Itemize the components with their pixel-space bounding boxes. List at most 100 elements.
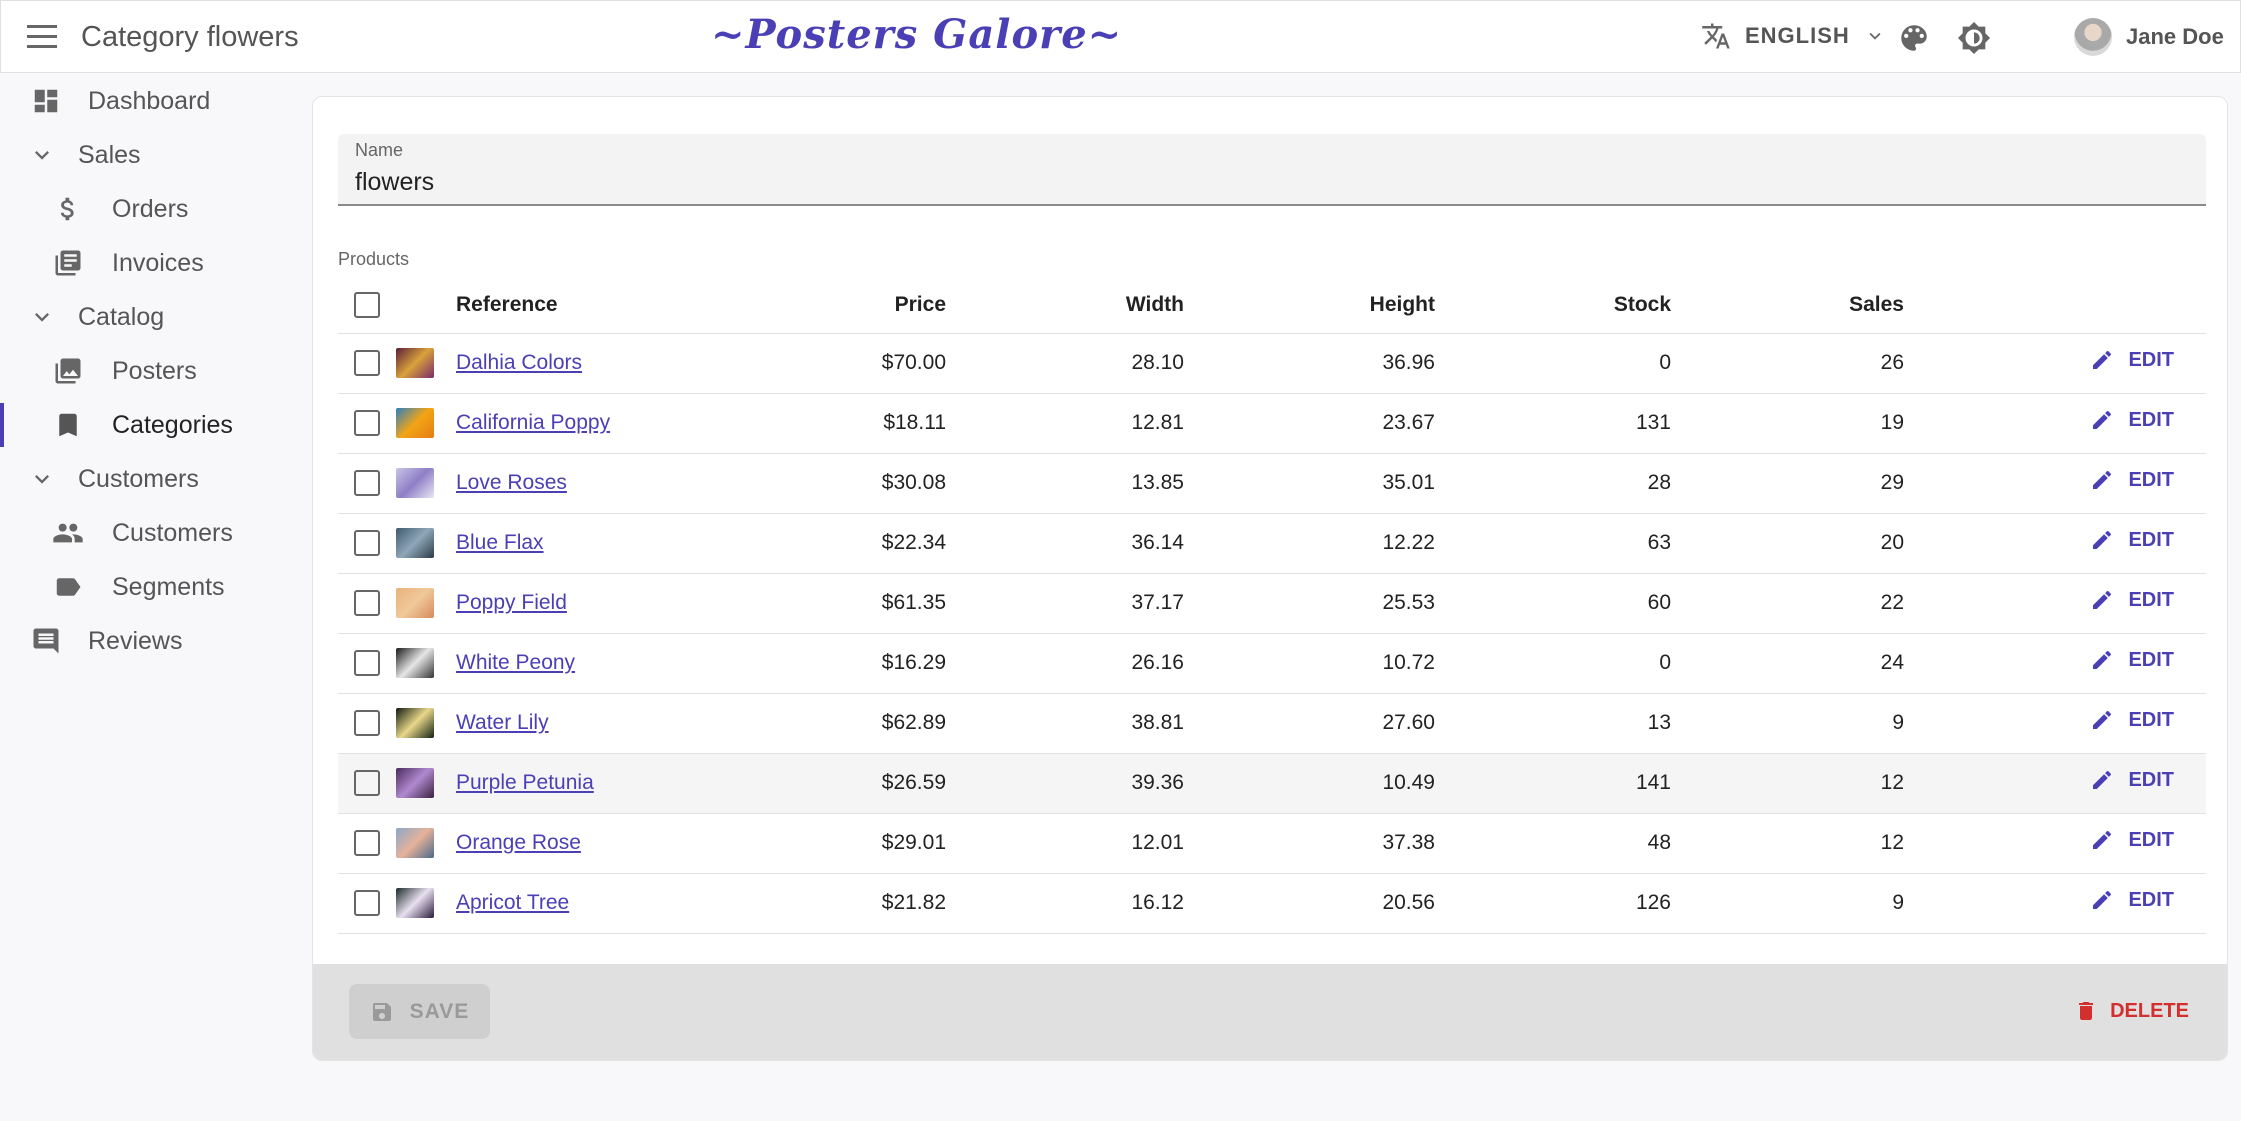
pencil-icon [2093,410,2112,429]
column-header-height[interactable]: Height [1184,277,1435,334]
table-row[interactable]: White Peony $16.29 26.16 10.72 0 24 EDIT [338,633,2206,694]
cell-stock: 141 [1435,753,1671,814]
cell-sales: 19 [1671,393,1904,454]
table-row[interactable]: Poppy Field $61.35 37.17 25.53 60 22 EDIT [338,573,2206,634]
sidebar-item-reviews[interactable]: Reviews [0,614,310,668]
product-reference-link[interactable]: Blue Flax [456,531,544,554]
sidebar-item-dashboard[interactable]: Dashboard [0,74,310,128]
user-menu[interactable]: Jane Doe [2074,18,2224,56]
sidebar-item-label: Orders [112,194,189,223]
chevron-down-icon [26,139,58,171]
edit-button[interactable]: EDIT [2090,648,2174,672]
cell-stock: 63 [1435,513,1671,574]
name-field[interactable]: Name flowers [338,134,2206,206]
table-row[interactable]: Orange Rose $29.01 12.01 37.38 48 12 EDIT [338,813,2206,874]
cell-sales: 9 [1671,873,1904,934]
edit-button[interactable]: EDIT [2090,468,2174,492]
row-checkbox[interactable] [354,410,380,436]
menu-icon[interactable] [27,25,59,51]
column-header-sales[interactable]: Sales [1671,277,1904,334]
table-row[interactable]: Dalhia Colors $70.00 28.10 36.96 0 26 EDIT [338,333,2206,394]
product-reference-link[interactable]: Purple Petunia [456,771,594,794]
palette-icon[interactable] [1897,21,1931,55]
table-row[interactable]: Water Lily $62.89 38.81 27.60 13 9 EDIT [338,693,2206,754]
cell-height: 35.01 [1184,453,1435,514]
edit-button[interactable]: EDIT [2090,348,2174,372]
table-header-row: Reference Price Width Height Stock Sales [338,277,2206,334]
product-reference-link[interactable]: California Poppy [456,411,610,434]
pencil-icon [2093,830,2112,849]
row-checkbox[interactable] [354,530,380,556]
edit-button-label: EDIT [2128,408,2174,431]
table-row[interactable]: Love Roses $30.08 13.85 35.01 28 29 EDIT [338,453,2206,514]
products-label: Products [338,249,410,269]
row-checkbox[interactable] [354,770,380,796]
column-header-price[interactable]: Price [736,277,946,334]
edit-button-label: EDIT [2128,888,2174,911]
language-label: ENGLISH [1745,23,1850,48]
poster-thumbnail [396,528,434,558]
column-header-reference[interactable]: Reference [456,277,736,334]
cell-stock: 0 [1435,333,1671,394]
product-reference-link[interactable]: Orange Rose [456,831,581,854]
product-reference-link[interactable]: White Peony [456,651,575,674]
poster-thumbnail [396,708,434,738]
cell-width: 36.14 [946,513,1184,574]
cell-price: $62.89 [736,693,946,754]
sidebar-group-customers[interactable]: Customers [0,452,310,506]
sidebar-item-posters[interactable]: Posters [0,344,310,398]
language-selector[interactable]: ENGLISH [1701,21,1886,51]
sidebar-item-label: Reviews [88,626,183,655]
edit-button-label: EDIT [2128,468,2174,491]
row-checkbox[interactable] [354,830,380,856]
poster-thumbnail [396,468,434,498]
select-all-checkbox[interactable] [354,291,380,318]
brightness-icon[interactable] [1957,21,1991,55]
poster-thumbnail [396,348,434,378]
edit-button-label: EDIT [2128,588,2174,611]
table-row[interactable]: Purple Petunia $26.59 39.36 10.49 141 12 EDIT [338,753,2206,814]
row-checkbox[interactable] [354,650,380,676]
product-reference-link[interactable]: Dalhia Colors [456,351,582,374]
table-row[interactable]: California Poppy $18.11 12.81 23.67 131 19 EDI… [338,393,2206,454]
edit-button[interactable]: EDIT [2090,888,2174,912]
sidebar-item-orders[interactable]: Orders [0,182,310,236]
row-checkbox[interactable] [354,350,380,376]
people-icon [52,517,84,549]
edit-button[interactable]: EDIT [2090,768,2174,792]
row-checkbox[interactable] [354,590,380,616]
edit-button[interactable]: EDIT [2090,828,2174,852]
poster-thumbnail [396,768,434,798]
product-reference-link[interactable]: Love Roses [456,471,567,494]
sidebar-item-categories[interactable]: Categories [0,398,310,452]
table-row[interactable]: Apricot Tree $21.82 16.12 20.56 126 9 EDIT [338,873,2206,934]
cell-stock: 0 [1435,633,1671,694]
product-reference-link[interactable]: Water Lily [456,711,549,734]
cell-width: 12.81 [946,393,1184,454]
sidebar-item-customers[interactable]: Customers [0,506,310,560]
poster-thumbnail [396,828,434,858]
column-header-stock[interactable]: Stock [1435,277,1671,334]
product-reference-link[interactable]: Apricot Tree [456,891,569,914]
sidebar-item-segments[interactable]: Segments [0,560,310,614]
save-button[interactable]: SAVE [349,984,490,1039]
sidebar-group-sales[interactable]: Sales [0,128,310,182]
edit-button[interactable]: EDIT [2090,528,2174,552]
delete-button[interactable]: DELETE [2074,999,2189,1023]
pencil-icon [2093,650,2112,669]
table-row[interactable]: Blue Flax $22.34 36.14 12.22 63 20 EDIT [338,513,2206,574]
edit-button[interactable]: EDIT [2090,408,2174,432]
row-checkbox[interactable] [354,710,380,736]
products-table: Reference Price Width Height Stock Sales… [338,277,2206,934]
row-checkbox[interactable] [354,890,380,916]
name-field-value[interactable]: flowers [355,168,434,197]
sidebar-group-catalog[interactable]: Catalog [0,290,310,344]
sidebar-item-invoices[interactable]: Invoices [0,236,310,290]
column-header-width[interactable]: Width [946,277,1184,334]
edit-button[interactable]: EDIT [2090,708,2174,732]
save-button-label: SAVE [409,999,470,1023]
row-checkbox[interactable] [354,470,380,496]
cell-height: 12.22 [1184,513,1435,574]
edit-button[interactable]: EDIT [2090,588,2174,612]
product-reference-link[interactable]: Poppy Field [456,591,567,614]
